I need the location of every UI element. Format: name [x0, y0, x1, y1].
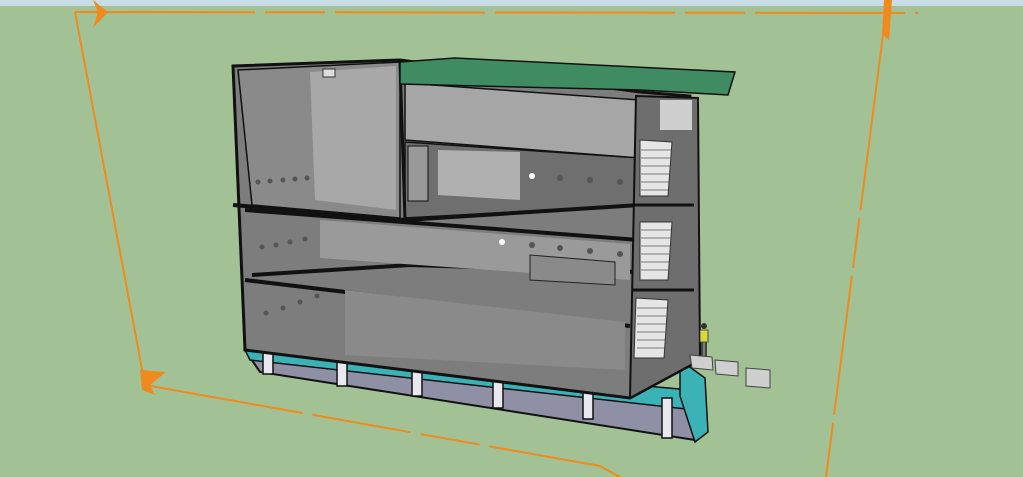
light-fixture [529, 173, 535, 179]
roof-vent [322, 68, 336, 78]
stair-flight-3 [639, 139, 673, 197]
stair-flight-2 [639, 221, 673, 281]
section-plane-left-edge [74, 11, 146, 386]
stair-landing-top [660, 100, 692, 130]
light-fixture [499, 239, 505, 245]
section-plane-arrow-icon[interactable] [882, 0, 892, 40]
scene-canvas[interactable] [0, 0, 1023, 477]
section-plane-arrow-icon[interactable] [140, 370, 166, 395]
section-plane-right-edge [825, 11, 887, 477]
upper-right-back-wall [438, 150, 520, 200]
model-viewport[interactable] [0, 0, 1023, 477]
building-model[interactable] [231, 57, 736, 444]
stair-flight-1 [633, 297, 669, 359]
doorway [407, 145, 429, 202]
upper-left-back-wall [310, 66, 396, 210]
section-plane-arrow-icon[interactable] [93, 0, 108, 28]
section-plane-top-edge [74, 11, 919, 14]
scale-figure-icon[interactable] [699, 323, 709, 356]
